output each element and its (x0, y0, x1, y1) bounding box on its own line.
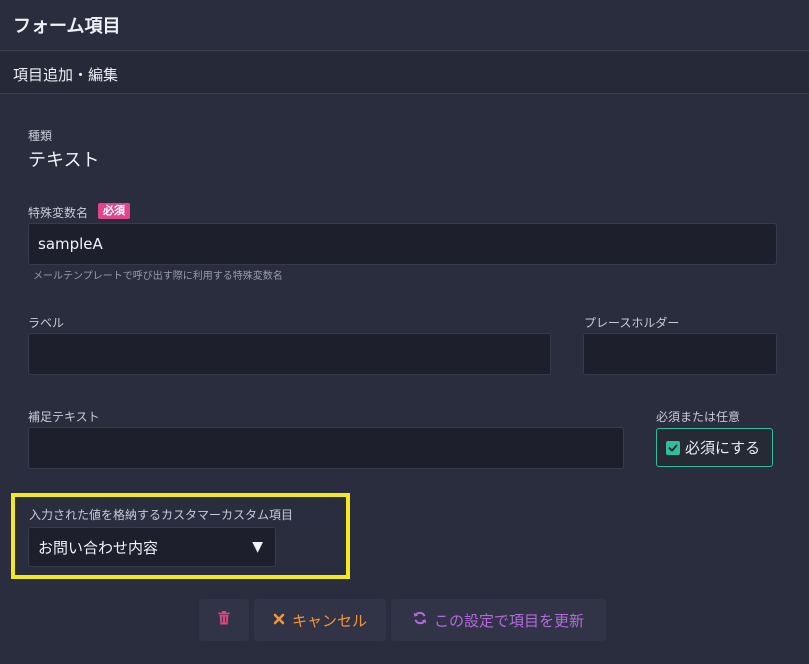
placeholder-field-label: プレースホルダー (584, 316, 680, 330)
variable-name-input[interactable]: sampleA (28, 223, 777, 265)
required-toggle-button[interactable]: 必須にする (656, 428, 773, 467)
variable-name-value: sampleA (38, 235, 103, 253)
variable-name-hint: メールテンプレートで呼び出す際に利用する特殊変数名 (33, 271, 283, 282)
supplement-input[interactable] (28, 427, 624, 469)
times-icon (273, 611, 285, 629)
section-title: 項目追加・編集 (13, 66, 119, 84)
type-value: テキスト (28, 150, 100, 171)
required-toggle-text: 必須にする (685, 439, 761, 457)
required-badge: 必須 (98, 203, 130, 219)
supplement-field-label: 補足テキスト (28, 410, 100, 424)
check-square-icon (666, 440, 680, 455)
section-header: 項目追加・編集 (0, 52, 809, 94)
type-label: 種類 (28, 129, 53, 143)
update-label: この設定で項目を更新 (433, 611, 584, 630)
placeholder-input[interactable] (583, 333, 777, 375)
delete-button[interactable] (199, 599, 249, 641)
custom-field-selected: お問い合わせ内容 (38, 538, 159, 557)
cancel-button[interactable]: キャンセル (254, 599, 386, 641)
label-input[interactable] (28, 333, 551, 375)
custom-field-select[interactable]: お問い合わせ内容 ▼ (28, 527, 276, 567)
page-title: フォーム項目 (13, 16, 121, 37)
refresh-icon (413, 611, 427, 629)
form-item-editor: フォーム項目 項目追加・編集 種類 テキスト 特殊変数名 必須 sampleA … (0, 0, 809, 664)
required-toggle-label: 必須または任意 (656, 410, 741, 424)
variable-name-label: 特殊変数名 (28, 206, 89, 220)
custom-field-label: 入力された値を格納するカスタマーカスタム項目 (29, 508, 294, 522)
label-field-label: ラベル (28, 316, 65, 330)
trash-icon (218, 611, 230, 629)
page-header: フォーム項目 (0, 0, 809, 51)
caret-down-icon: ▼ (252, 539, 263, 555)
update-button[interactable]: この設定で項目を更新 (391, 599, 606, 641)
cancel-label: キャンセル (291, 611, 367, 630)
